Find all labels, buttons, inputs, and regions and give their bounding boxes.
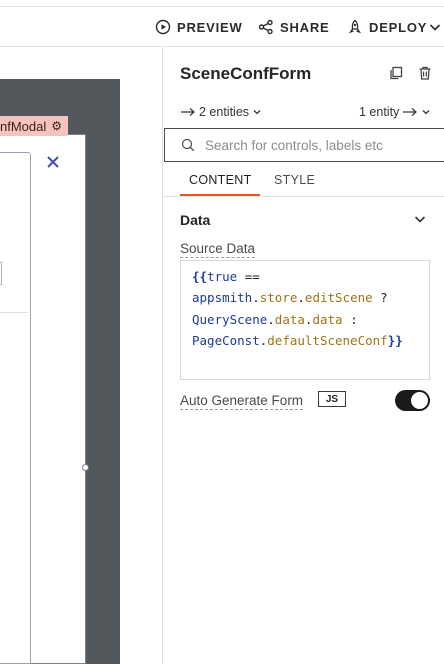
pane-actions xyxy=(388,65,433,81)
code-token: true xyxy=(207,269,238,284)
code-token: . xyxy=(267,311,275,327)
deploy-options-toggle[interactable] xyxy=(428,7,442,47)
code-token: appsmith xyxy=(192,290,253,306)
toggle-knob xyxy=(411,392,428,409)
form-input-edge xyxy=(0,262,2,285)
close-icon[interactable] xyxy=(45,154,61,170)
code-token: defaultSceneConf xyxy=(267,332,388,348)
incoming-entities-dropdown[interactable]: 2 entities xyxy=(180,105,262,119)
source-data-editor[interactable]: {{true == appsmith.store.editScene ? Que… xyxy=(180,260,430,380)
share-icon xyxy=(258,19,273,35)
code-token: {{ xyxy=(192,269,208,284)
code-token: . xyxy=(297,290,305,306)
chevron-down-icon xyxy=(429,24,441,31)
rocket-icon xyxy=(348,19,362,34)
top-toolbar: PREVIEW SHARE DEPLOY xyxy=(0,7,444,47)
share-button[interactable]: SHARE xyxy=(258,7,330,47)
outgoing-entities-dropdown[interactable]: 1 entity xyxy=(359,105,431,119)
widget-name-tag[interactable]: nfModal ⚙ xyxy=(0,116,69,136)
search-input[interactable] xyxy=(205,137,444,153)
active-tab-indicator xyxy=(180,194,260,196)
gear-icon[interactable]: ⚙ xyxy=(51,119,62,133)
arrow-right-icon xyxy=(181,108,195,116)
code-token: store xyxy=(259,290,298,306)
form-widget[interactable] xyxy=(0,152,31,664)
code-token: }} xyxy=(387,332,403,348)
arrow-right-icon xyxy=(403,108,418,116)
chevron-down-icon xyxy=(422,110,430,115)
search-icon xyxy=(181,138,195,152)
code-token: data xyxy=(274,311,305,327)
property-search xyxy=(164,128,444,162)
property-pane: SceneConfForm 2 entities 1 entity CONTEN… xyxy=(162,47,444,664)
pane-tabs: CONTENT STYLE xyxy=(163,167,444,197)
chevron-down-icon[interactable] xyxy=(413,212,427,226)
section-title-data[interactable]: Data xyxy=(180,212,210,228)
deploy-label: DEPLOY xyxy=(369,19,428,35)
widget-name-text: nfModal xyxy=(0,118,47,134)
code-token: ? xyxy=(372,290,388,306)
copy-icon[interactable] xyxy=(388,65,404,81)
form-divider xyxy=(0,312,28,313)
preview-label: PREVIEW xyxy=(177,19,243,35)
widget-title[interactable]: SceneConfForm xyxy=(180,64,311,84)
chevron-down-icon xyxy=(253,110,261,115)
resize-handle[interactable] xyxy=(82,464,89,471)
tab-style[interactable]: STYLE xyxy=(274,173,315,187)
auto-generate-label: Auto Generate Form xyxy=(180,393,304,410)
play-circle-icon xyxy=(155,19,171,35)
code-token: : xyxy=(342,311,358,327)
share-label: SHARE xyxy=(280,19,330,35)
code-token: PageConst xyxy=(192,332,260,348)
auto-generate-toggle[interactable] xyxy=(395,390,430,411)
code-token: data xyxy=(312,311,343,327)
code-token: . xyxy=(252,290,260,306)
delete-icon[interactable] xyxy=(417,65,433,81)
source-data-label: Source Data xyxy=(180,241,256,258)
preview-button[interactable]: PREVIEW xyxy=(155,7,243,47)
deploy-button[interactable]: DEPLOY xyxy=(347,7,427,47)
incoming-entities-label: 2 entities xyxy=(199,105,250,119)
code-token: editScene xyxy=(304,290,373,306)
js-toggle-button[interactable]: JS xyxy=(318,391,346,407)
outgoing-entities-label: 1 entity xyxy=(359,105,400,119)
code-token: == xyxy=(237,269,260,284)
tab-content[interactable]: CONTENT xyxy=(189,173,252,187)
code-token: QueryScene xyxy=(192,311,268,327)
